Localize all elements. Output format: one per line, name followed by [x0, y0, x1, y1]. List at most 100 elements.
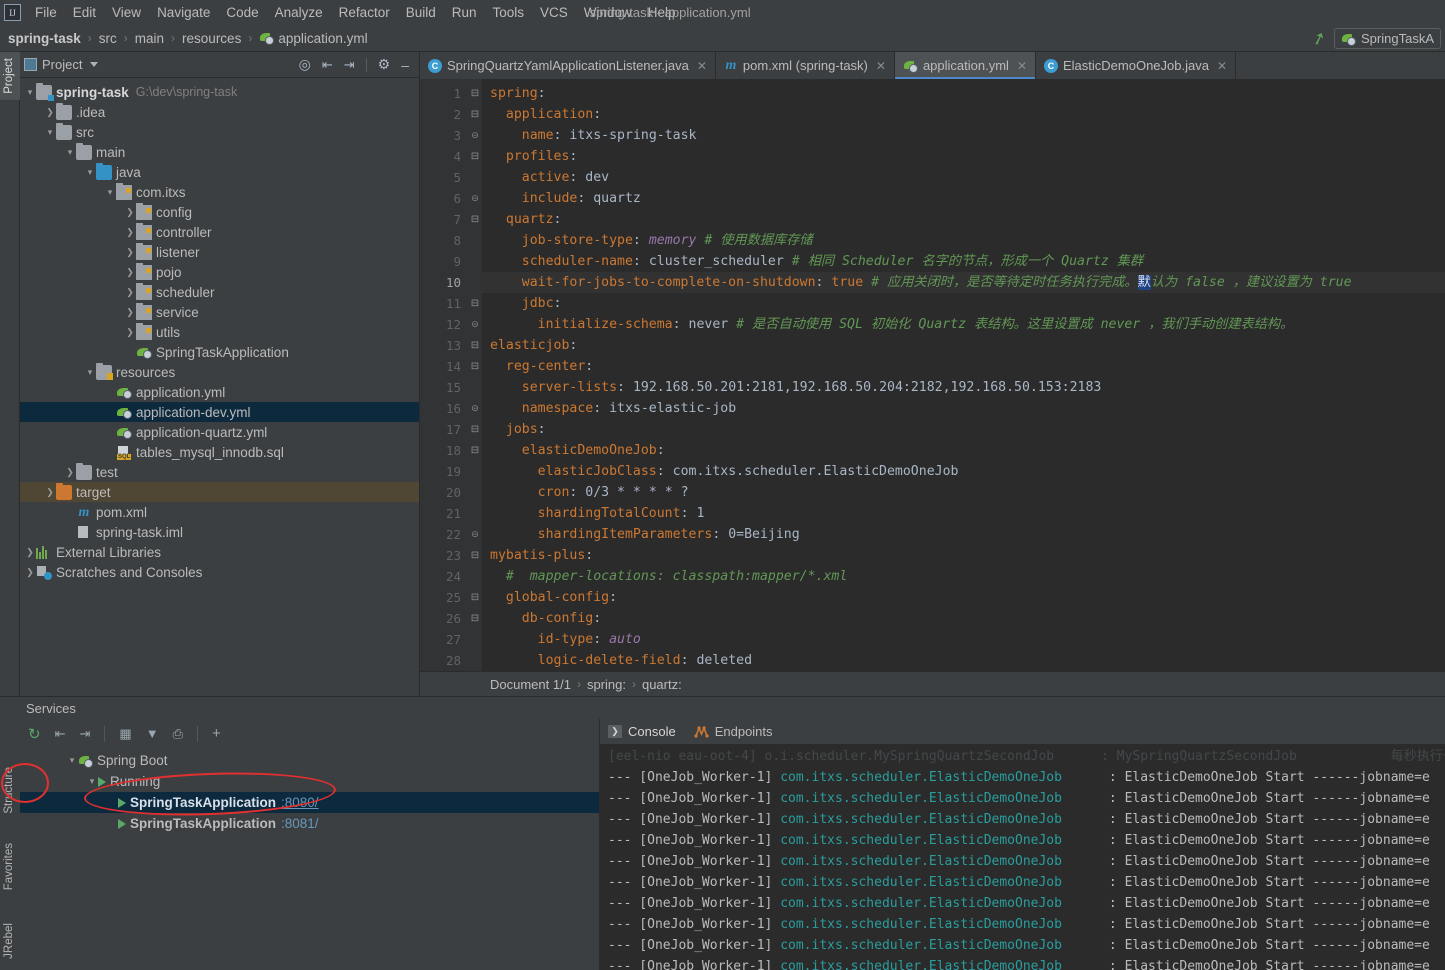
code-line[interactable]: id-type: auto — [482, 629, 1445, 650]
fold-collapse-icon[interactable]: ⊟ — [468, 209, 482, 230]
breadcrumb-item-main[interactable]: main — [135, 31, 164, 46]
code-line[interactable]: active: dev — [482, 167, 1445, 188]
project-tree-row[interactable]: spring-task.iml — [20, 522, 419, 542]
code-line[interactable]: spring: — [482, 83, 1445, 104]
fold-collapse-icon[interactable]: ⊟ — [468, 83, 482, 104]
chevron-right-icon[interactable]: ❯ — [124, 247, 136, 258]
breadcrumb-item-spring-task[interactable]: spring-task — [8, 31, 81, 46]
close-icon[interactable]: ✕ — [1017, 59, 1027, 73]
chevron-down-icon[interactable]: ▾ — [104, 187, 116, 198]
code-line[interactable]: mybatis-plus: — [482, 545, 1445, 566]
code-line[interactable]: db-config: — [482, 608, 1445, 629]
chevron-down-icon[interactable]: ▾ — [24, 87, 36, 98]
tool-tab-project[interactable]: Project — [0, 52, 20, 100]
chevron-right-icon[interactable]: ❯ — [124, 267, 136, 278]
chevron-right-icon[interactable]: ❯ — [24, 547, 36, 558]
project-panel-title[interactable]: Project — [24, 57, 99, 72]
project-tree[interactable]: ▾ spring-task G:\dev\spring-task ❯ .idea ▾ src… — [20, 78, 419, 696]
editor-tab[interactable]: m pom.xml (spring-task) ✕ — [716, 52, 895, 79]
fold-collapse-icon[interactable]: ⊟ — [468, 440, 482, 461]
chevron-down-icon[interactable]: ▾ — [66, 755, 78, 766]
project-tree-row[interactable]: ❯ listener — [20, 242, 419, 262]
service-port-link[interactable]: :8081/ — [281, 816, 319, 831]
tool-tab-jrebel[interactable]: JRebel — [0, 917, 20, 965]
status-crumb-quartz[interactable]: quartz: — [642, 677, 682, 692]
fold-collapse-icon[interactable]: ⊟ — [468, 356, 482, 377]
project-tree-row[interactable]: ❯ target — [20, 482, 419, 502]
expand-all-icon[interactable]: ⇤ — [55, 726, 66, 742]
breadcrumb-item-resources[interactable]: resources — [182, 31, 241, 46]
code-content[interactable]: spring: application: name: itxs-spring-t… — [482, 79, 1445, 671]
fold-collapse-icon[interactable]: ⊟ — [468, 419, 482, 440]
code-line[interactable]: jdbc: — [482, 293, 1445, 314]
code-line[interactable]: wait-for-jobs-to-complete-on-shutdown: t… — [482, 272, 1445, 293]
fold-collapse-icon[interactable]: ⊟ — [468, 104, 482, 125]
project-tree-row[interactable]: ▾ java — [20, 162, 419, 182]
chevron-right-icon[interactable]: ❯ — [64, 467, 76, 478]
menu-item-vcs[interactable]: VCS — [532, 3, 576, 22]
fold-collapse-icon[interactable]: ⊟ — [468, 335, 482, 356]
close-icon[interactable]: ✕ — [876, 59, 886, 73]
services-tree-row[interactable]: SpringTaskApplication:8081/ — [20, 813, 599, 834]
close-icon[interactable]: ✕ — [697, 59, 707, 73]
expand-all-icon[interactable]: ⇤ — [322, 57, 333, 73]
code-line[interactable]: application: — [482, 104, 1445, 125]
console-output[interactable]: [eel-nio eau-oot-4] o.i.scheduler.MySpri… — [600, 744, 1445, 970]
menu-item-tools[interactable]: Tools — [485, 3, 533, 22]
project-tree-row[interactable]: SpringTaskApplication — [20, 342, 419, 362]
code-line[interactable]: namespace: itxs-elastic-job — [482, 398, 1445, 419]
menu-item-view[interactable]: View — [104, 3, 149, 22]
filter-icon[interactable]: ▼ — [146, 726, 159, 741]
chevron-down-icon[interactable]: ▾ — [44, 127, 56, 138]
project-tree-row[interactable]: m pom.xml — [20, 502, 419, 522]
project-tree-row[interactable]: tables_mysql_innodb.sql — [20, 442, 419, 462]
editor-tab[interactable]: application.yml ✕ — [894, 52, 1036, 79]
services-tree[interactable]: ▾ Spring Boot ▾ Running SpringTaskApplicatio… — [20, 748, 599, 970]
rerun-icon[interactable]: ↻ — [28, 725, 41, 743]
project-tree-row[interactable]: application.yml — [20, 382, 419, 402]
project-tree-row[interactable]: ❯ service — [20, 302, 419, 322]
code-line[interactable]: include: quartz — [482, 188, 1445, 209]
menu-item-run[interactable]: Run — [444, 3, 485, 22]
group-by-icon[interactable]: ▦ — [119, 726, 131, 742]
gear-icon[interactable]: ⚙ — [378, 56, 391, 73]
chevron-down-icon[interactable]: ▾ — [64, 147, 76, 158]
project-tree-row[interactable]: ❯ config — [20, 202, 419, 222]
project-tree-row[interactable]: ▾ src — [20, 122, 419, 142]
project-tree-row[interactable]: application-quartz.yml — [20, 422, 419, 442]
tool-tab-structure[interactable]: Structure — [0, 761, 20, 820]
project-tree-row[interactable]: ▾ resources — [20, 362, 419, 382]
services-tab[interactable]: ❯ Console — [608, 724, 676, 739]
fold-collapse-icon[interactable]: ⊟ — [468, 146, 482, 167]
chevron-right-icon[interactable]: ❯ — [24, 567, 36, 578]
chevron-down-icon[interactable]: ▾ — [86, 776, 98, 787]
add-service-icon[interactable]: + — [212, 725, 221, 742]
code-editor[interactable]: 1 2 3 4 5 6 7 8 9 10 11 12 13 14 15 16 17 18 19 20 21 22 23 24 2… — [420, 79, 1445, 671]
breadcrumb-item-application-yml[interactable]: application.yml — [259, 31, 368, 46]
code-line[interactable]: profiles: — [482, 146, 1445, 167]
services-tree-row[interactable]: ▾ Spring Boot — [20, 750, 599, 771]
run-configuration-selector[interactable]: SpringTaskA — [1334, 28, 1441, 49]
services-tab[interactable]: Endpoints — [694, 724, 773, 739]
project-tree-row[interactable]: ▾ main — [20, 142, 419, 162]
project-tree-row[interactable]: ❯ controller — [20, 222, 419, 242]
project-tree-row[interactable]: ❯ pojo — [20, 262, 419, 282]
editor-tab[interactable]: C ElasticDemoOneJob.java ✕ — [1036, 52, 1237, 79]
code-line[interactable]: # mapper-locations: classpath:mapper/*.x… — [482, 566, 1445, 587]
chevron-right-icon[interactable]: ❯ — [124, 287, 136, 298]
menu-item-analyze[interactable]: Analyze — [267, 3, 331, 22]
services-tree-row[interactable]: SpringTaskApplication:8080/ — [20, 792, 599, 813]
code-line[interactable]: quartz: — [482, 209, 1445, 230]
project-tree-row[interactable]: ❯ .idea — [20, 102, 419, 122]
code-line[interactable]: cron: 0/3 * * * * ? — [482, 482, 1445, 503]
fold-collapse-icon[interactable]: ⊟ — [468, 587, 482, 608]
code-line[interactable]: scheduler-name: cluster_scheduler # 相同 S… — [482, 251, 1445, 272]
services-tab-bar[interactable]: ❯ Console Endpoints — [600, 719, 1445, 744]
services-tree-row[interactable]: ▾ Running — [20, 771, 599, 792]
chevron-down-icon[interactable] — [90, 62, 99, 67]
tool-tab-favorites[interactable]: Favorites — [0, 837, 20, 896]
code-folding-gutter[interactable]: ⊟ ⊟ ⊝ ⊟ ⊝ ⊟ ⊟ ⊝ ⊟ ⊟ ⊝ ⊟ ⊟ ⊝ ⊟ ⊟ ⊟ — [468, 79, 482, 671]
menu-item-code[interactable]: Code — [218, 3, 266, 22]
code-line[interactable]: logic-delete-field: deleted — [482, 650, 1445, 671]
chevron-down-icon[interactable]: ▾ — [84, 367, 96, 378]
